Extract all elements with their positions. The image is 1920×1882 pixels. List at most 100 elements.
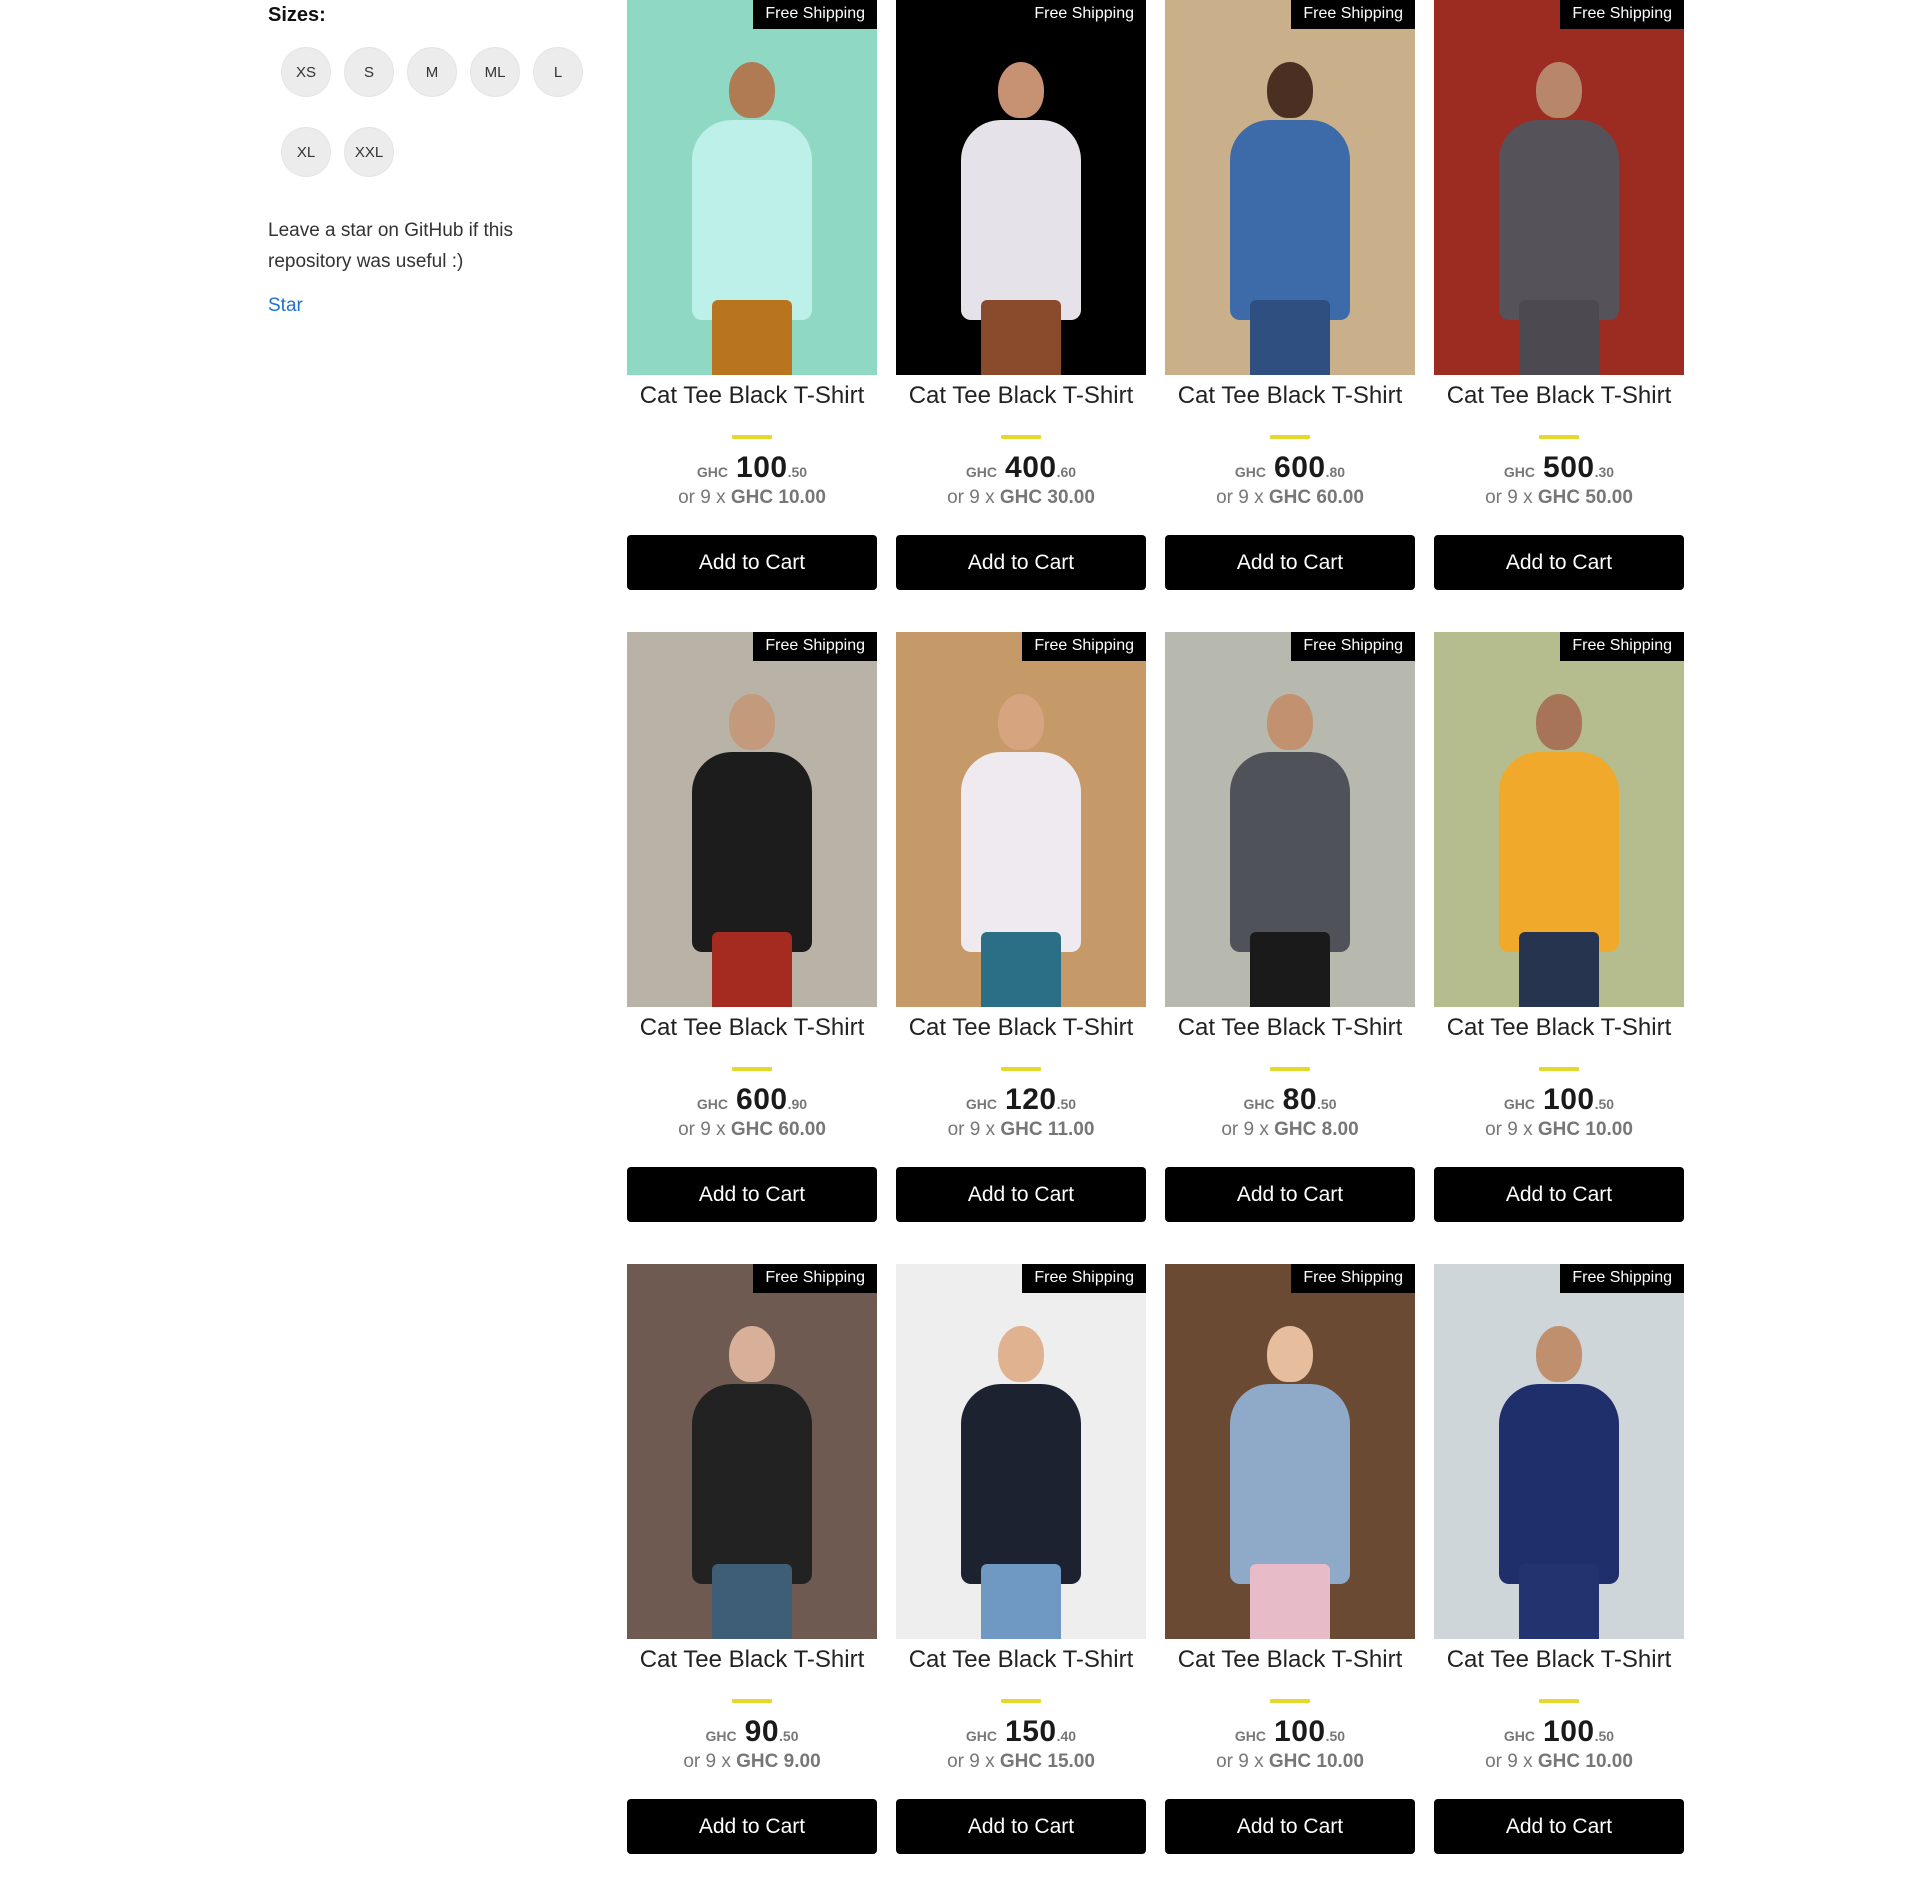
product-card[interactable]: Free Shipping Cat Tee Black T-Shirt GHC 1… <box>1165 1264 1415 1859</box>
product-card[interactable]: Free Shipping Cat Tee Black T-Shirt GHC 1… <box>896 632 1146 1227</box>
add-to-cart-button[interactable]: Add to Cart <box>1165 535 1415 590</box>
size-filter-xl[interactable]: XL <box>281 127 331 177</box>
accent-divider <box>1270 435 1310 439</box>
product-image[interactable]: Free Shipping <box>896 0 1146 375</box>
product-image-garment <box>692 752 812 952</box>
product-title: Cat Tee Black T-Shirt <box>908 1014 1134 1041</box>
price-currency: GHC <box>696 1096 729 1112</box>
free-shipping-badge: Free Shipping <box>753 0 877 29</box>
product-image-pants <box>712 300 792 375</box>
product-card[interactable]: Free Shipping Cat Tee Black T-Shirt GHC 9… <box>627 1264 877 1859</box>
add-to-cart-button[interactable]: Add to Cart <box>1434 1799 1684 1854</box>
accent-divider <box>1001 435 1041 439</box>
product-price: GHC 500.30 <box>1434 451 1684 485</box>
product-image-pants <box>1250 932 1330 1007</box>
add-to-cart-button[interactable]: Add to Cart <box>627 1167 877 1222</box>
installment-info: or 9 x GHC 8.00 <box>1165 1119 1415 1141</box>
free-shipping-badge: Free Shipping <box>1022 1264 1146 1293</box>
product-grid: Free Shipping Cat Tee Black T-Shirt GHC 1… <box>627 0 1684 1859</box>
accent-divider <box>732 435 772 439</box>
product-title: Cat Tee Black T-Shirt <box>1177 382 1403 409</box>
product-card[interactable]: Free Shipping Cat Tee Black T-Shirt GHC 1… <box>1434 632 1684 1227</box>
product-image-garment <box>1499 1384 1619 1584</box>
installment-value: GHC 50.00 <box>1537 487 1633 508</box>
installment-info: or 9 x GHC 60.00 <box>627 1119 877 1141</box>
price-currency: GHC <box>965 1728 998 1744</box>
add-to-cart-button[interactable]: Add to Cart <box>896 1167 1146 1222</box>
installment-value: GHC 8.00 <box>1274 1119 1359 1140</box>
price-decimal: .50 <box>1594 1728 1615 1744</box>
product-image-model-head <box>1267 62 1313 118</box>
product-image-pants <box>981 932 1061 1007</box>
product-image-model-head <box>729 694 775 750</box>
product-image[interactable]: Free Shipping <box>1434 1264 1684 1639</box>
price-decimal: .40 <box>1056 1728 1077 1744</box>
installment-value: GHC 60.00 <box>1268 487 1364 508</box>
product-image-garment <box>1499 120 1619 320</box>
product-image-model-head <box>1267 694 1313 750</box>
installment-prefix: or 9 x <box>678 1119 726 1140</box>
price-integer: 80 <box>1282 1083 1318 1116</box>
price-currency: GHC <box>1234 1728 1267 1744</box>
free-shipping-badge: Free Shipping <box>1022 632 1146 661</box>
free-shipping-badge: Free Shipping <box>1560 1264 1684 1293</box>
accent-divider <box>1539 1699 1579 1703</box>
size-filter-l[interactable]: L <box>533 47 583 97</box>
product-image[interactable]: Free Shipping <box>1434 632 1684 1007</box>
size-filter-s[interactable]: S <box>344 47 394 97</box>
installment-prefix: or 9 x <box>678 487 726 508</box>
product-card[interactable]: Free Shipping Cat Tee Black T-Shirt GHC 4… <box>896 0 1146 595</box>
product-image[interactable]: Free Shipping <box>1434 0 1684 375</box>
product-image[interactable]: Free Shipping <box>896 632 1146 1007</box>
product-title: Cat Tee Black T-Shirt <box>1446 1014 1672 1041</box>
product-card[interactable]: Free Shipping Cat Tee Black T-Shirt GHC 8… <box>1165 632 1415 1227</box>
product-image[interactable]: Free Shipping <box>627 1264 877 1639</box>
product-image[interactable]: Free Shipping <box>1165 1264 1415 1639</box>
add-to-cart-button[interactable]: Add to Cart <box>627 1799 877 1854</box>
price-decimal: .80 <box>1325 464 1346 480</box>
product-image-garment <box>961 1384 1081 1584</box>
product-image[interactable]: Free Shipping <box>896 1264 1146 1639</box>
price-integer: 400 <box>1005 451 1057 484</box>
installment-info: or 9 x GHC 30.00 <box>896 487 1146 509</box>
accent-divider <box>732 1699 772 1703</box>
installment-prefix: or 9 x <box>683 1751 731 1772</box>
add-to-cart-button[interactable]: Add to Cart <box>1434 535 1684 590</box>
add-to-cart-button[interactable]: Add to Cart <box>1434 1167 1684 1222</box>
free-shipping-badge: Free Shipping <box>1291 0 1415 29</box>
product-card[interactable]: Free Shipping Cat Tee Black T-Shirt GHC 6… <box>627 632 877 1227</box>
product-card[interactable]: Free Shipping Cat Tee Black T-Shirt GHC 5… <box>1434 0 1684 595</box>
price-currency: GHC <box>1243 1096 1275 1112</box>
installment-info: or 9 x GHC 10.00 <box>1434 1119 1684 1141</box>
product-image-model-head <box>1536 694 1582 750</box>
product-image-garment <box>1230 752 1350 952</box>
free-shipping-badge: Free Shipping <box>753 632 877 661</box>
github-star-link[interactable]: Star <box>268 295 303 317</box>
product-price: GHC 600.80 <box>1165 451 1415 485</box>
add-to-cart-button[interactable]: Add to Cart <box>627 535 877 590</box>
product-image[interactable]: Free Shipping <box>1165 632 1415 1007</box>
size-filter-xs[interactable]: XS <box>281 47 331 97</box>
add-to-cart-button[interactable]: Add to Cart <box>1165 1167 1415 1222</box>
add-to-cart-button[interactable]: Add to Cart <box>1165 1799 1415 1854</box>
add-to-cart-button[interactable]: Add to Cart <box>896 1799 1146 1854</box>
product-card[interactable]: Free Shipping Cat Tee Black T-Shirt GHC 1… <box>896 1264 1146 1859</box>
installment-value: GHC 10.00 <box>1537 1751 1633 1772</box>
product-title: Cat Tee Black T-Shirt <box>1177 1014 1403 1041</box>
product-card[interactable]: Free Shipping Cat Tee Black T-Shirt GHC 1… <box>627 0 877 595</box>
size-filter-m[interactable]: M <box>407 47 457 97</box>
installment-info: or 9 x GHC 50.00 <box>1434 487 1684 509</box>
installment-value: GHC 10.00 <box>1268 1751 1364 1772</box>
product-title: Cat Tee Black T-Shirt <box>1446 382 1672 409</box>
accent-divider <box>1270 1699 1310 1703</box>
accent-divider <box>1270 1067 1310 1071</box>
product-image[interactable]: Free Shipping <box>627 0 877 375</box>
free-shipping-badge: Free Shipping <box>1560 0 1684 29</box>
add-to-cart-button[interactable]: Add to Cart <box>896 535 1146 590</box>
size-filter-ml[interactable]: ML <box>470 47 520 97</box>
product-card[interactable]: Free Shipping Cat Tee Black T-Shirt GHC 6… <box>1165 0 1415 595</box>
size-filter-xxl[interactable]: XXL <box>344 127 394 177</box>
product-image[interactable]: Free Shipping <box>1165 0 1415 375</box>
product-card[interactable]: Free Shipping Cat Tee Black T-Shirt GHC 1… <box>1434 1264 1684 1859</box>
product-image[interactable]: Free Shipping <box>627 632 877 1007</box>
